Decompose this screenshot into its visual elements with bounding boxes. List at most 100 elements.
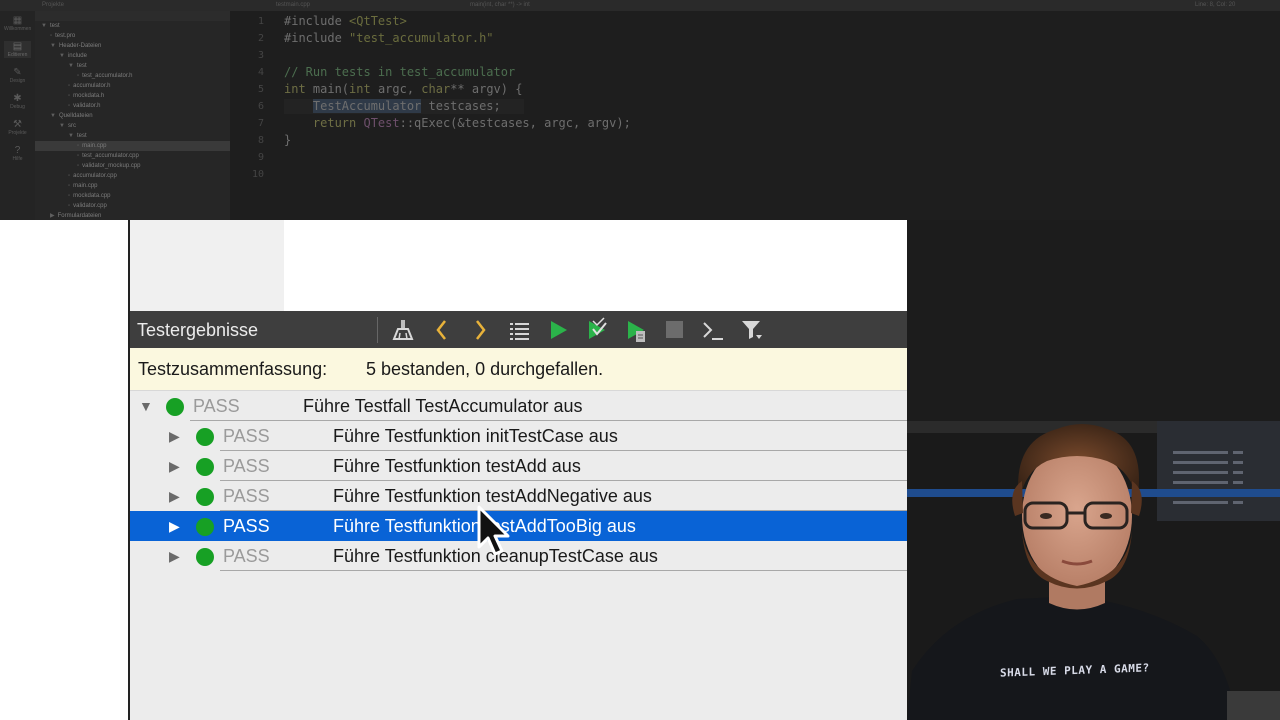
topbar-position-label: Line: 8, Col: 20 [1195,2,1236,8]
project-tree-item[interactable]: ▼ Quelldateien [50,111,93,121]
code-line-8: } [284,133,292,147]
project-tree-item[interactable]: ▫ test.pro [50,31,75,41]
project-tree-item-label: validator.cpp [73,203,107,209]
test-description: Führe Testfall TestAccumulator aus [303,396,583,416]
project-tree-item[interactable]: ▫ main.cpp [68,181,98,191]
file-icon: ▫ [77,143,80,149]
code-editor[interactable]: 1 2 3 4 5 6 7 8 9 10 #include <QtTest> #include "… [230,11,1280,220]
test-status-label: PASS [223,456,270,476]
line-number: 7 [257,118,264,129]
mode-help[interactable]: ? Hilfe [4,145,31,162]
project-tree-item[interactable]: ▼ Header-Dateien [50,41,101,51]
project-tree-item[interactable]: ▫ validator.cpp [68,201,107,211]
mode-welcome[interactable]: ▦ Willkommen [4,15,31,32]
test-summary-bar: Testzusammenfassung: 5 bestanden, 0 durc… [130,348,907,391]
project-tree-item-label: validator_mockup.cpp [82,163,141,169]
project-tree-item-label: src [67,123,76,129]
project-tree-item-label: test.pro [55,33,76,39]
pass-status-icon [196,548,214,566]
file-icon: ▫ [77,73,80,79]
project-tree-item-label: test [49,23,60,29]
project-tree-item[interactable]: ▫ main.cpp [35,141,230,151]
project-tree-item[interactable]: ▶ Formulardateien [50,211,101,220]
collapse-arrow-icon[interactable]: ▼ [139,391,153,421]
file-icon: ▫ [68,203,71,209]
test-function-row[interactable]: ▶ PASS Führe Testfunktion initTestCase aus [130,421,907,451]
project-tree-item[interactable]: ▫ accumulator.h [68,81,111,91]
project-tree-item-label: mockdata.cpp [73,193,111,199]
project-tree: ▼ test ▫ test.pro ▼ Header-Dateien ▼ include ▼ te… [35,11,230,220]
stop-icon[interactable] [661,315,687,345]
project-tree-item-label: test_accumulator.cpp [82,153,139,159]
run-file-icon[interactable] [623,315,649,345]
test-function-row[interactable]: ▶ PASS Führe Testfunktion testAddNegative … [130,481,907,511]
expand-arrow-icon: ▼ [68,133,74,139]
topbar-projects-label: Projekte [42,2,65,8]
document-icon: ▤ [12,41,23,52]
project-tree-item[interactable]: ▫ test_accumulator.h [77,71,133,81]
file-icon: ▫ [68,183,71,189]
mode-bar: ▦ Willkommen ▤ Editieren ✎ Design ✱ Debug ⚒ P… [0,11,35,220]
line-number: 6 [257,101,264,112]
project-tree-item[interactable]: ▼ test [41,21,60,31]
expand-arrow-icon: ▼ [41,23,47,29]
expand-arrow-icon[interactable]: ▶ [169,481,180,511]
project-tree-item[interactable]: ▫ test_accumulator.cpp [77,151,139,161]
project-tree-item-label: Header-Dateien [58,43,102,49]
expand-arrow-icon: ▼ [68,63,74,69]
filter-icon[interactable] [739,315,765,345]
clean-icon[interactable] [390,315,416,345]
expand-arrow-icon: ▼ [59,123,65,129]
previous-icon[interactable] [429,315,455,345]
summary-text: 5 bestanden, 0 durchgefallen. [366,359,604,379]
expand-arrow-icon[interactable]: ▶ [169,511,180,541]
test-function-row[interactable]: ▶ PASS Führe Testfunktion cleanupTestCase … [130,541,907,571]
toolbar-separator [377,317,378,343]
code-line-5: int main(int argc, char** argv) { [284,82,523,96]
next-icon[interactable] [467,315,493,345]
project-tree-item[interactable]: ▼ test [68,131,87,141]
test-status-label: PASS [223,516,270,536]
project-tree-item-label: mockdata.h [73,93,105,99]
project-tree-item[interactable]: ▼ src [59,121,76,131]
project-tree-item[interactable]: ▼ test [68,61,87,71]
project-tree-item-label: validator.h [73,103,101,109]
test-results-panel: Testergebnisse Testzusammenfassung: 5 be… [130,311,907,720]
output-icon[interactable] [700,315,726,345]
project-tree-item[interactable]: ▫ mockdata.cpp [68,191,111,201]
project-tree-item-label: test [76,63,87,69]
project-tree-item[interactable]: ▼ include [59,51,87,61]
file-icon: ▫ [68,103,71,109]
expand-arrow-icon[interactable]: ▶ [169,541,180,571]
mode-edit[interactable]: ▤ Editieren [4,41,31,58]
project-tree-item-label: Formulardateien [57,213,102,219]
mode-design[interactable]: ✎ Design [4,67,31,84]
topbar-file-label[interactable]: testmain.cpp [276,0,310,11]
list-icon[interactable] [506,315,532,345]
pass-status-icon [196,428,214,446]
test-case-row[interactable]: ▼ PASS Führe Testfall TestAccumulator aus [130,391,907,421]
pass-status-icon [196,458,214,476]
test-description: Führe Testfunktion initTestCase aus [333,426,618,446]
project-tree-item[interactable]: ▫ validator.h [68,101,101,111]
mode-help-label: Hilfe [12,156,23,162]
expand-arrow-icon[interactable]: ▶ [169,421,180,451]
help-icon: ? [14,145,21,156]
mode-debug[interactable]: ✱ Debug [4,93,31,110]
line-number: 3 [257,50,264,61]
project-tree-item[interactable]: ▫ mockdata.h [68,91,104,101]
project-tree-item-label: main.cpp [73,183,98,189]
project-tree-item[interactable]: ▫ accumulator.cpp [68,171,117,181]
project-tree-item[interactable]: ▫ validator_mockup.cpp [77,161,141,171]
project-tree-item-label: main.cpp [82,143,107,149]
run-selected-icon[interactable] [584,315,610,345]
topbar-symbol-label[interactable]: main(int, char **) -> int [470,0,530,11]
run-all-icon[interactable] [545,315,571,345]
mode-edit-label: Editieren [7,52,28,58]
expand-arrow-icon[interactable]: ▶ [169,451,180,481]
mode-projects[interactable]: ⚒ Projekte [4,119,31,136]
file-icon: ▫ [77,153,80,159]
test-function-row[interactable]: ▶ PASS Führe Testfunktion testAddTooBig au… [130,511,907,541]
test-function-row[interactable]: ▶ PASS Führe Testfunktion testAdd aus [130,451,907,481]
mode-debug-label: Debug [10,104,25,110]
